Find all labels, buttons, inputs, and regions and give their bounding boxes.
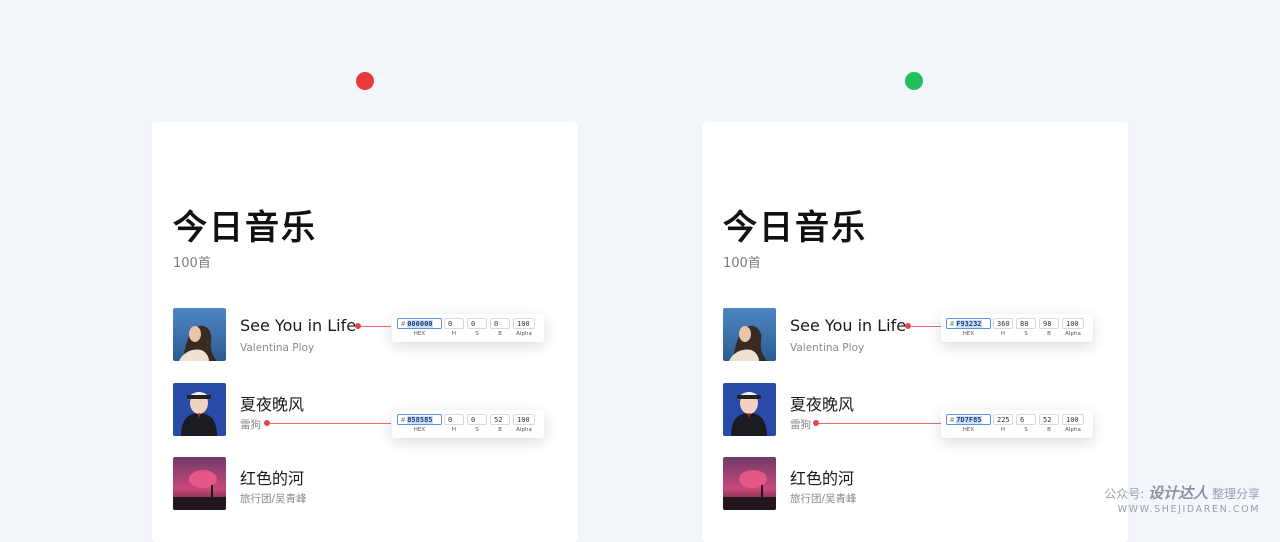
track-item[interactable]: 红色的河 旅行团/吴青峰 <box>723 457 1103 511</box>
album-cover-image <box>173 308 226 361</box>
album-cover-image <box>173 383 226 436</box>
track-artist: 旅行团/吴青峰 <box>790 493 857 505</box>
watermark: 公众号: 设计达人 整理分享 WWW.SHEJIDAREN.COM <box>1104 482 1260 515</box>
color-picker-panel: # F93232 360 80 98 100 HEX H S B Alpha <box>941 314 1093 342</box>
brightness-input[interactable]: 52 <box>490 414 510 425</box>
album-cover-image <box>173 457 226 510</box>
track-item[interactable]: 红色的河 旅行团/吴青峰 <box>173 457 553 511</box>
color-picker-panel: #858585 0 0 52 100 HEX H S B Alpha <box>392 410 544 438</box>
color-picker-panel: #7D7F85 225 6 52 100 HEX H S B Alpha <box>941 410 1093 438</box>
watermark-url: WWW.SHEJIDAREN.COM <box>1117 504 1260 515</box>
hue-input[interactable]: 0 <box>444 414 464 425</box>
color-picker-panel: #000000 0 0 0 100 HEX H S B Alpha <box>392 314 544 342</box>
b-label: B <box>498 331 502 337</box>
saturation-input[interactable]: 0 <box>467 318 487 329</box>
s-label: S <box>1024 331 1028 337</box>
track-artist: 雷狗 <box>240 419 261 431</box>
h-label: H <box>451 331 457 337</box>
track-name: 夏夜晚风 <box>240 395 305 414</box>
annotation-line <box>361 326 391 327</box>
annotation-line <box>911 326 941 327</box>
status-dot-bad <box>356 72 374 90</box>
h-label: H <box>451 427 457 433</box>
track-count: 100首 <box>173 256 211 271</box>
album-cover-image <box>723 457 776 510</box>
h-label: H <box>1000 427 1006 433</box>
alpha-label: Alpha <box>516 427 532 433</box>
album-cover-image <box>723 308 776 361</box>
b-label: B <box>1047 427 1051 433</box>
hex-label: HEX <box>962 331 975 337</box>
track-name: 夏夜晚风 <box>790 395 855 414</box>
track-artist: Valentina Ploy <box>790 342 865 354</box>
hex-input[interactable]: #000000 <box>397 318 442 329</box>
brightness-input[interactable]: 52 <box>1039 414 1059 425</box>
hex-label: HEX <box>413 331 426 337</box>
hex-label: HEX <box>413 427 426 433</box>
track-artist: 雷狗 <box>790 419 811 431</box>
s-label: S <box>1024 427 1028 433</box>
track-name: 红色的河 <box>790 469 855 488</box>
alpha-label: Alpha <box>1065 427 1081 433</box>
track-artist: Valentina Ploy <box>240 342 315 354</box>
b-label: B <box>1047 331 1051 337</box>
hex-label: HEX <box>962 427 975 433</box>
track-name: See You in Life <box>790 316 907 335</box>
hex-input[interactable]: #7D7F85 <box>946 414 991 425</box>
track-artist: 旅行团/吴青峰 <box>240 493 307 505</box>
watermark-brand: 设计达人 <box>1148 484 1209 502</box>
b-label: B <box>498 427 502 433</box>
hue-input[interactable]: 360 <box>993 318 1013 329</box>
alpha-input[interactable]: 100 <box>1062 414 1084 425</box>
annotation-line <box>819 423 941 424</box>
track-name: 红色的河 <box>240 469 305 488</box>
saturation-input[interactable]: 6 <box>1016 414 1036 425</box>
brightness-input[interactable]: 0 <box>490 318 510 329</box>
watermark-prefix: 公众号: <box>1104 487 1145 501</box>
s-label: S <box>475 331 479 337</box>
card-title: 今日音乐 <box>173 208 317 248</box>
alpha-input[interactable]: 100 <box>513 414 535 425</box>
s-label: S <box>475 427 479 433</box>
status-dot-good <box>905 72 923 90</box>
alpha-input[interactable]: 100 <box>1062 318 1084 329</box>
annotation-line <box>270 423 391 424</box>
brightness-input[interactable]: 98 <box>1039 318 1059 329</box>
track-count: 100首 <box>723 256 761 271</box>
card-title: 今日音乐 <box>723 208 867 248</box>
hue-input[interactable]: 0 <box>444 318 464 329</box>
track-name: See You in Life <box>240 316 357 335</box>
hex-input[interactable]: #858585 <box>397 414 442 425</box>
album-cover-image <box>723 383 776 436</box>
alpha-label: Alpha <box>516 331 532 337</box>
hex-input[interactable]: # F93232 <box>946 318 991 329</box>
h-label: H <box>1000 331 1006 337</box>
watermark-suffix: 整理分享 <box>1211 487 1260 501</box>
alpha-label: Alpha <box>1065 331 1081 337</box>
hue-input[interactable]: 225 <box>993 414 1013 425</box>
alpha-input[interactable]: 100 <box>513 318 535 329</box>
saturation-input[interactable]: 0 <box>467 414 487 425</box>
saturation-input[interactable]: 80 <box>1016 318 1036 329</box>
